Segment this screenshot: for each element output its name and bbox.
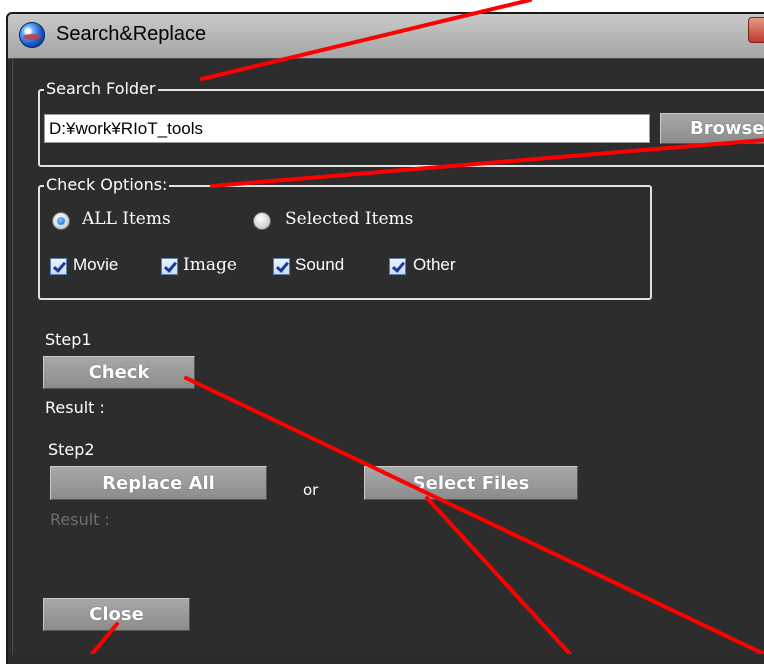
step2-label: Step2 [48, 440, 95, 459]
checkbox-sound[interactable] [273, 258, 290, 275]
replace-all-button[interactable]: Replace All [50, 466, 267, 500]
check-options-legend: Check Options: [44, 175, 170, 195]
check-button[interactable]: Check [43, 356, 195, 389]
browse-button[interactable]: Browse [660, 113, 764, 144]
step2-result-label: Result : [50, 510, 110, 529]
or-label: or [303, 481, 319, 499]
window-close-icon[interactable] [748, 17, 764, 43]
check-options-group: Check Options: [38, 175, 652, 300]
checkbox-other-label: Other [413, 255, 456, 274]
select-files-button[interactable]: Select Files [364, 466, 578, 500]
close-button[interactable]: Close [43, 598, 190, 631]
search-folder-input[interactable] [44, 114, 650, 143]
window-title: Search&Replace [56, 23, 207, 45]
title-bar[interactable]: Search&Replace [8, 14, 764, 59]
radio-selected-items[interactable] [253, 212, 271, 230]
checkbox-movie[interactable] [50, 258, 67, 275]
checkbox-movie-label: Movie [73, 255, 119, 274]
step1-result-label: Result : [45, 398, 105, 417]
checkbox-image-label: Image [183, 255, 237, 275]
checkbox-image[interactable] [161, 258, 178, 275]
step1-label: Step1 [45, 330, 92, 349]
radio-all-items[interactable] [52, 212, 70, 230]
checkbox-sound-label: Sound [295, 255, 345, 274]
radio-selected-items-label: Selected Items [285, 209, 414, 229]
globe-icon [19, 22, 45, 48]
checkbox-other[interactable] [389, 258, 406, 275]
radio-all-items-label: ALL Items [82, 209, 171, 229]
search-folder-legend: Search Folder [44, 79, 158, 99]
